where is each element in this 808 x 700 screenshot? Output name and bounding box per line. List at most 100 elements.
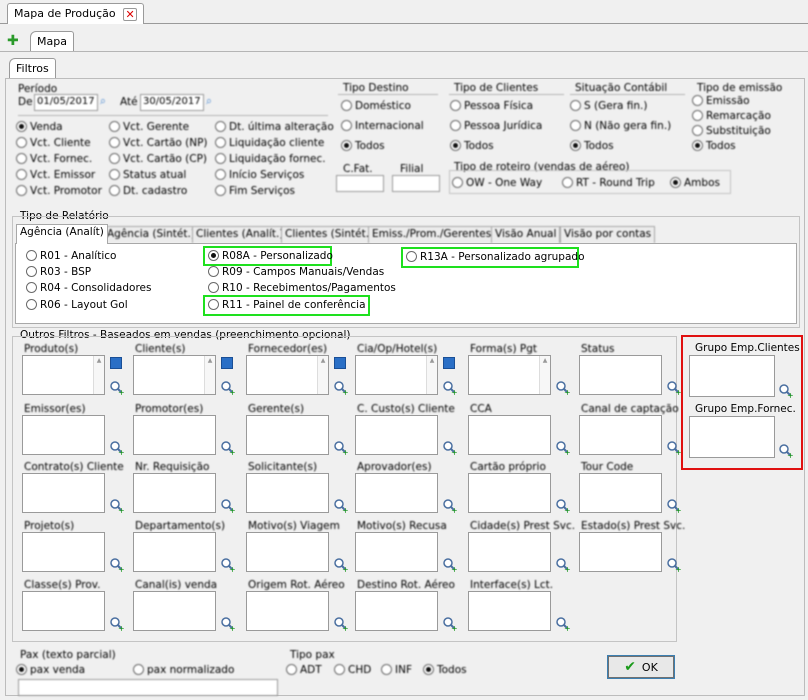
tab-agencia-analit[interactable]: Agência (Analít) <box>16 224 108 244</box>
grid-icon[interactable] <box>110 357 122 369</box>
filter-list[interactable] <box>246 473 329 513</box>
scrollbar[interactable]: ▲ <box>93 356 104 394</box>
filter-list[interactable] <box>468 532 551 572</box>
add-icon[interactable]: ✚ <box>7 33 19 49</box>
filter-list[interactable] <box>246 415 329 455</box>
tab-visao-anual[interactable]: Visão Anual <box>491 226 561 243</box>
search-add-icon[interactable]: + <box>109 440 125 457</box>
search-add-icon[interactable]: + <box>555 380 571 397</box>
tab-mapa[interactable]: Mapa <box>30 31 74 51</box>
search-add-icon[interactable]: + <box>442 440 458 457</box>
tab-filtros[interactable]: Filtros <box>9 58 56 78</box>
search-add-icon[interactable]: + <box>666 380 682 397</box>
scrollbar[interactable]: ▲ <box>539 356 550 394</box>
pax-input[interactable] <box>18 679 278 696</box>
grid-icon[interactable] <box>443 357 455 369</box>
search-add-icon[interactable]: + <box>333 440 349 457</box>
radio-vct-emissor[interactable]: Vct. Emissor <box>16 169 95 181</box>
radio-vct-fornec[interactable]: Vct. Fornec. <box>16 153 92 165</box>
search-add-icon[interactable]: + <box>220 557 236 574</box>
radio-r09[interactable]: R09 - Campos Manuais/Vendas <box>208 266 384 278</box>
radio-pax-todos[interactable]: Todos <box>423 664 467 676</box>
scrollbar[interactable]: ▲ <box>317 356 328 394</box>
radio-inf[interactable]: INF <box>381 664 412 676</box>
radio-dt-cadastro[interactable]: Dt. cadastro <box>109 185 187 197</box>
radio-vct-cartao-np[interactable]: Vct. Cartão (NP) <box>109 137 208 149</box>
radio-liquidacao-fornec[interactable]: Liquidação fornec. <box>215 153 326 165</box>
radio-vct-gerente[interactable]: Vct. Gerente <box>109 121 189 133</box>
grid-icon[interactable] <box>221 357 233 369</box>
filter-list[interactable] <box>355 473 438 513</box>
radio-r08a[interactable]: R08A - Personalizado <box>208 250 333 262</box>
search-add-icon[interactable]: + <box>442 498 458 515</box>
search-add-icon[interactable]: + <box>220 498 236 515</box>
radio-pessoa-fisica[interactable]: Pessoa Física <box>450 100 533 112</box>
search-add-icon[interactable]: + <box>109 557 125 574</box>
radio-gera-fin[interactable]: S (Gera fin.) <box>570 100 648 112</box>
radio-ambos[interactable]: Ambos <box>670 177 720 189</box>
search-add-icon[interactable]: + <box>555 616 571 633</box>
search-add-icon[interactable]: + <box>109 498 125 515</box>
search-add-icon[interactable]: + <box>555 557 571 574</box>
radio-r13a[interactable]: R13A - Personalizado agrupado <box>406 251 585 263</box>
date-to-input[interactable]: 30/05/2017 <box>140 94 204 111</box>
radio-chd[interactable]: CHD <box>334 664 371 676</box>
filter-list[interactable] <box>22 532 105 572</box>
search-add-icon[interactable]: + <box>778 383 794 400</box>
radio-domestico[interactable]: Doméstico <box>341 100 411 112</box>
radio-dt-ultima-alteracao[interactable]: Dt. última alteração <box>215 121 334 133</box>
filter-list[interactable] <box>355 591 438 631</box>
grupo-fornec-list[interactable] <box>689 416 775 458</box>
radio-internacional[interactable]: Internacional <box>341 120 424 132</box>
search-add-icon[interactable]: + <box>333 616 349 633</box>
search-add-icon[interactable]: + <box>333 557 349 574</box>
filter-list[interactable] <box>133 591 216 631</box>
radio-r03[interactable]: R03 - BSP <box>26 266 91 278</box>
radio-rt[interactable]: RT - Round Trip <box>562 177 655 189</box>
tab-agencia-sintet[interactable]: Agência (Sintét.) <box>103 226 199 243</box>
filter-list[interactable]: ▲ <box>133 355 216 395</box>
search-add-icon[interactable]: + <box>442 380 458 397</box>
tab-clientes-sintet[interactable]: Clientes (Sintét.) <box>281 226 378 243</box>
search-add-icon[interactable]: + <box>333 498 349 515</box>
radio-pax-venda[interactable]: pax venda <box>16 664 85 676</box>
filter-list[interactable] <box>355 415 438 455</box>
ok-button[interactable]: ✔ OK <box>607 655 675 679</box>
search-add-icon[interactable]: + <box>666 557 682 574</box>
search-add-icon[interactable]: + <box>220 616 236 633</box>
filter-list[interactable] <box>133 473 216 513</box>
radio-nao-gera-fin[interactable]: N (Não gera fin.) <box>570 120 671 132</box>
filter-list[interactable]: ▲ <box>22 355 105 395</box>
filter-list[interactable] <box>22 473 105 513</box>
scrollbar[interactable]: ▲ <box>204 356 215 394</box>
filter-list[interactable] <box>468 473 551 513</box>
radio-substituicao[interactable]: Substituição <box>692 125 771 137</box>
grid-icon[interactable] <box>334 357 346 369</box>
filter-list[interactable] <box>355 532 438 572</box>
search-add-icon[interactable]: + <box>442 616 458 633</box>
search-add-icon[interactable]: + <box>778 443 794 460</box>
radio-destino-todos[interactable]: Todos <box>341 140 385 152</box>
calendar-icon[interactable]: ⌕ <box>206 95 212 108</box>
radio-vct-promotor[interactable]: Vct. Promotor <box>16 185 102 197</box>
filter-list[interactable] <box>468 415 551 455</box>
filter-list[interactable]: ▲ <box>246 355 329 395</box>
filter-list[interactable] <box>22 591 105 631</box>
filial-input[interactable] <box>392 175 440 192</box>
window-tab[interactable]: Mapa de Produção ✕ <box>7 3 145 24</box>
close-icon[interactable]: ✕ <box>123 7 138 21</box>
radio-situacao-todos[interactable]: Todos <box>570 140 614 152</box>
radio-fim-servicos[interactable]: Fim Serviços <box>215 185 295 197</box>
radio-vct-cliente[interactable]: Vct. Cliente <box>16 137 91 149</box>
radio-liquidacao-cliente[interactable]: Liquidação cliente <box>215 137 324 149</box>
scrollbar[interactable]: ▲ <box>426 356 437 394</box>
radio-ow[interactable]: OW - One Way <box>452 177 542 189</box>
search-add-icon[interactable]: + <box>109 380 125 397</box>
radio-status-atual[interactable]: Status atual <box>109 169 186 181</box>
radio-pax-normalizado[interactable]: pax normalizado <box>133 664 234 676</box>
radio-emissao[interactable]: Emissão <box>692 95 750 107</box>
search-add-icon[interactable]: + <box>666 498 682 515</box>
search-add-icon[interactable]: + <box>442 557 458 574</box>
search-add-icon[interactable]: + <box>109 616 125 633</box>
search-add-icon[interactable]: + <box>555 498 571 515</box>
